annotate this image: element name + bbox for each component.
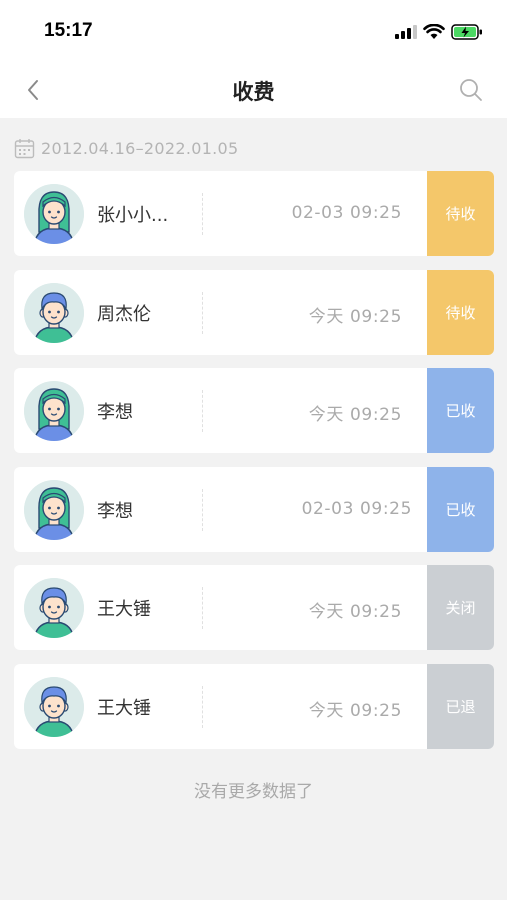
list-item[interactable]: 张小小... 02-03 09:25 待收 [14,171,494,256]
calendar-icon [14,138,35,158]
list-item[interactable]: 周杰伦 今天 09:25 待收 [14,269,494,355]
no-more-data-text: 没有更多数据了 [194,782,313,802]
divider [202,488,203,531]
record-time: 今天 09:25 [308,405,402,426]
record-time: 02-03 09:25 [291,203,402,223]
status-badge-received: 已收 [427,368,494,454]
status-bar: 15:17 [0,0,507,62]
boy-avatar-icon [24,282,84,343]
record-time: 今天 09:25 [308,602,402,623]
status-time: 15:17 [44,20,93,41]
search-icon[interactable] [457,76,485,104]
girl-avatar-icon [24,184,84,244]
page-title: 收费 [232,80,275,104]
record-time: 02-03 09:25 [301,498,412,519]
payer-name: 王大锤 [97,697,151,719]
date-range-filter[interactable]: 2012.04.16–2022.01.05 [14,136,239,160]
payer-name: 张小小... [97,205,169,226]
list-item[interactable]: 王大锤 今天 09:25 已退 [14,663,494,749]
status-badge-pending: 待收 [427,269,494,355]
wifi-icon [423,24,445,39]
payer-name: 李想 [97,402,133,424]
nav-bar: 收费 [0,62,507,118]
record-time: 今天 09:25 [308,306,402,327]
status-badge-received: 已收 [427,466,494,552]
girl-avatar-icon [24,479,84,540]
divider [202,291,203,334]
date-range-text: 2012.04.16–2022.01.05 [41,138,239,158]
boy-avatar-icon [24,578,84,639]
status-badge-pending: 待收 [427,171,494,256]
divider [202,587,203,630]
divider [202,193,203,235]
payer-name: 李想 [97,500,133,522]
record-list: 张小小... 02-03 09:25 待收 周杰伦 今天 09:25 待收 李想… [14,171,494,763]
list-item[interactable]: 李想 02-03 09:25 已收 [14,466,494,552]
payer-name: 周杰伦 [97,303,151,325]
payer-name: 王大锤 [97,599,151,621]
list-item[interactable]: 李想 今天 09:25 已收 [14,368,494,454]
status-badge-closed: 关闭 [427,565,494,651]
girl-avatar-icon [24,381,84,442]
boy-avatar-icon [24,676,84,737]
status-badge-refunded: 已退 [427,663,494,749]
list-item[interactable]: 王大锤 今天 09:25 关闭 [14,565,494,651]
signal-icon [395,25,417,39]
battery-charging-icon [451,24,482,40]
divider [202,685,203,728]
record-time: 今天 09:25 [308,700,402,721]
divider [202,390,203,433]
status-icons [395,22,483,42]
